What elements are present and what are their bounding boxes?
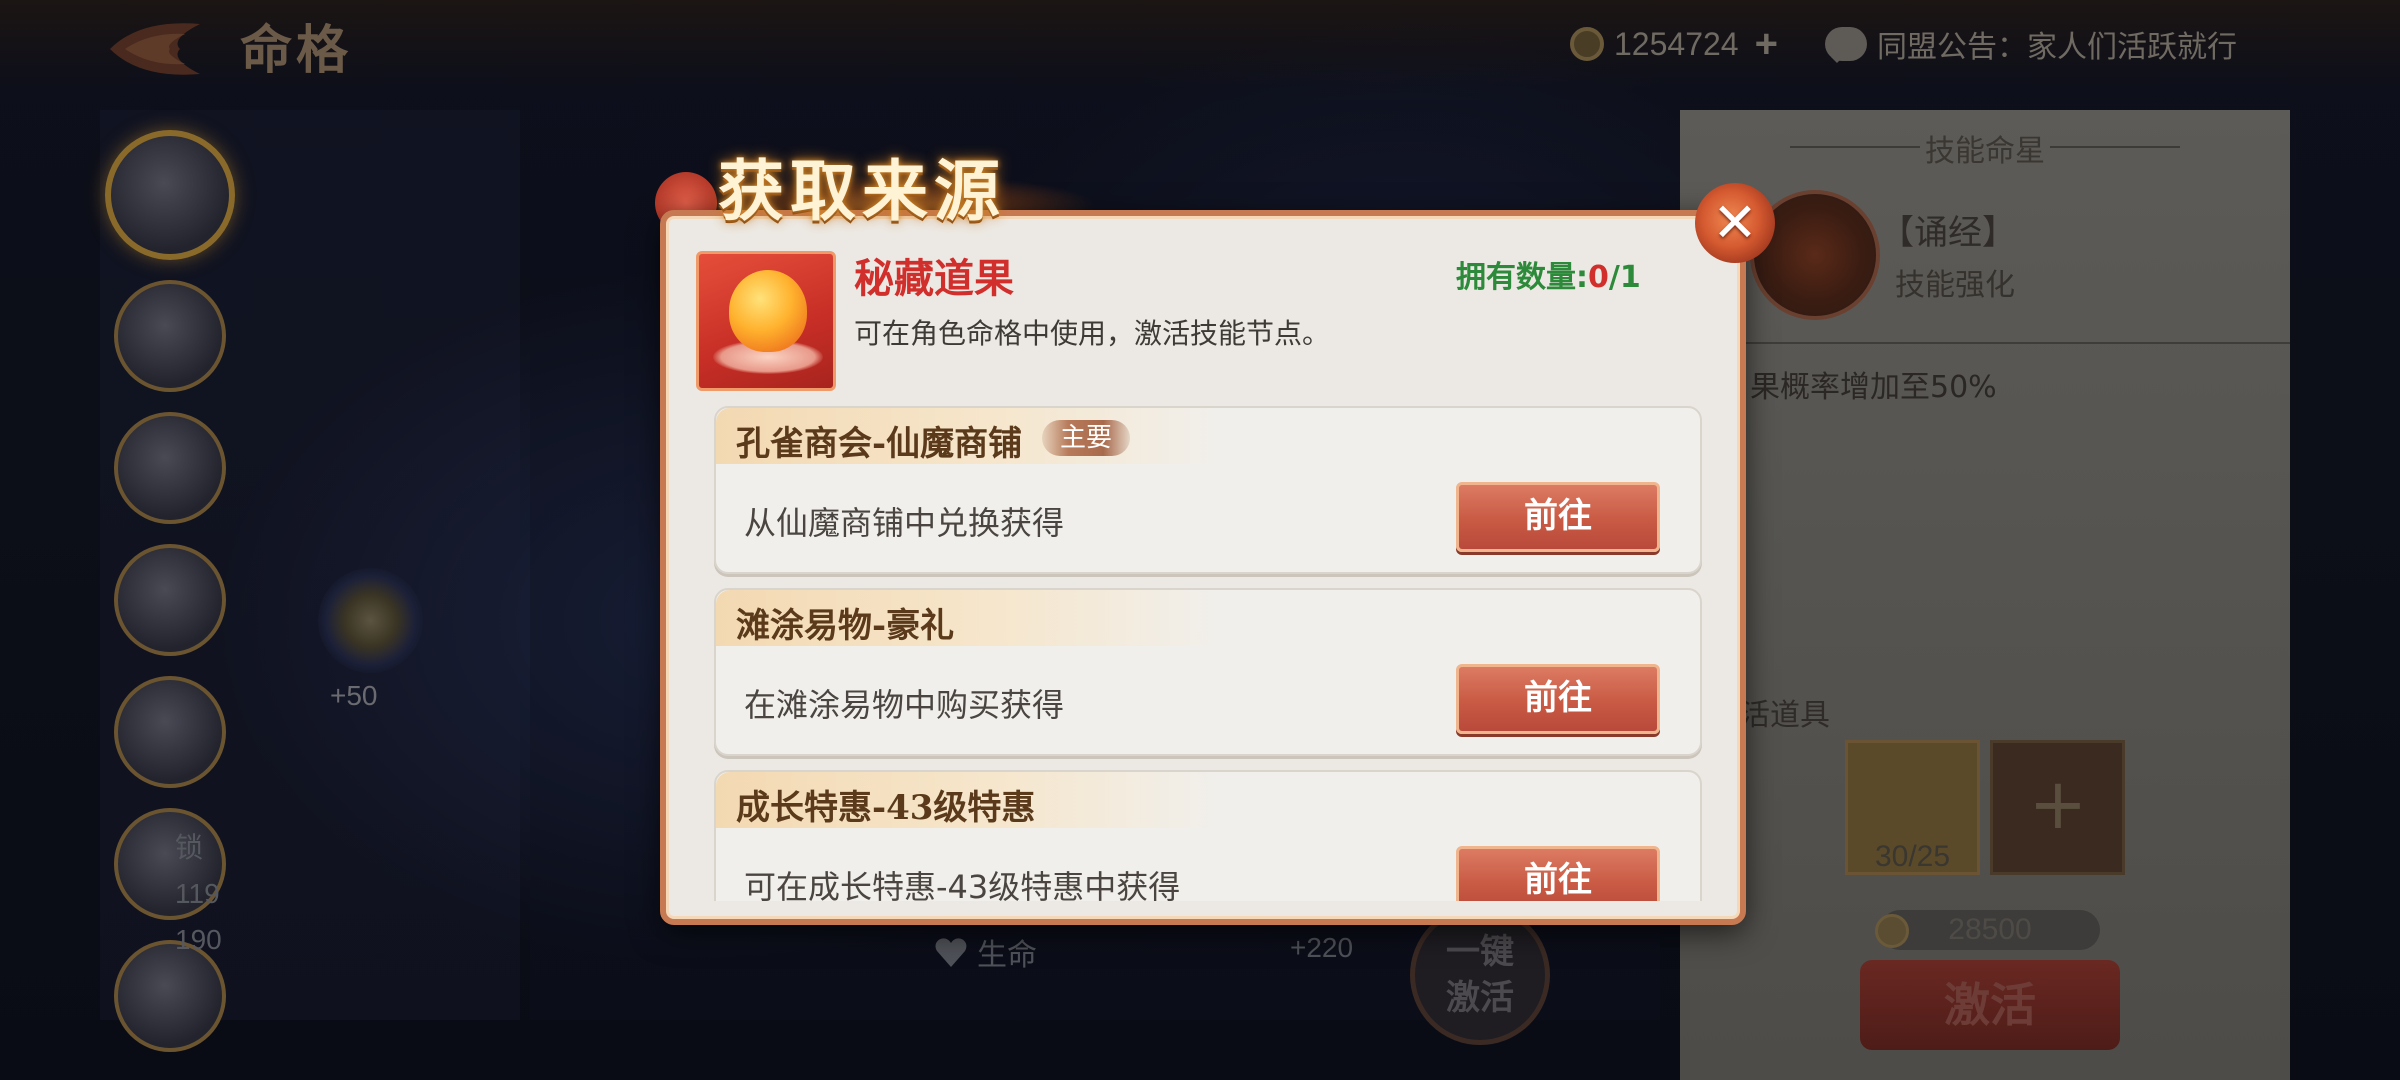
side-stat: 119 — [175, 878, 220, 909]
life-label: 生命 — [977, 938, 1037, 973]
go-button[interactable]: 前往 — [1456, 846, 1660, 901]
skill-panel: 技能命星 【诵经】 技能强化 果概率增加至50% 活道具 30/25 28500… — [1680, 110, 2290, 1080]
side-stats: 锁 119 190 — [175, 825, 222, 963]
swirl-gain: +50 — [330, 680, 378, 711]
top-bar: 命格 1254724 + 同盟公告：家人们活跃就行 — [0, 0, 2400, 88]
coin-icon — [1570, 27, 1604, 61]
close-icon: ✕ — [1712, 191, 1758, 254]
skill-effect: 果概率增加至50% — [1750, 370, 1997, 405]
back-arrow-icon[interactable] — [100, 14, 210, 84]
go-button[interactable]: 前往 — [1456, 664, 1660, 734]
item-count: 30/25 — [1874, 840, 1951, 873]
owned-count: 拥有数量:0/1 — [1456, 252, 1641, 296]
item-description: 可在角色命格中使用，激活技能节点。 — [854, 317, 1331, 350]
side-stat: 190 — [175, 924, 222, 955]
source-card: 滩涂易物-豪礼 在滩涂易物中购买获得 前往 — [714, 588, 1702, 756]
source-title: 成长特惠-43级特惠 — [736, 788, 1036, 828]
chat-bubble-icon — [1825, 27, 1867, 63]
source-card: 成长特惠-43级特惠 可在成长特惠-43级特惠中获得 前往 — [714, 770, 1702, 901]
owned-current: 0 — [1588, 260, 1609, 295]
stat-gain: +220 — [1290, 932, 1354, 963]
primary-badge: 主要 — [1042, 420, 1131, 456]
notice-text: 同盟公告：家人们活跃就行 — [1877, 30, 2237, 65]
onekey-line2: 激活 — [1446, 978, 1514, 1018]
page-title: 命格 — [240, 20, 353, 81]
source-description: 在滩涂易物中购买获得 — [744, 686, 1065, 724]
activation-cost: 28500 — [1880, 910, 2100, 950]
coin-icon — [1875, 914, 1909, 948]
activate-button[interactable]: 激活 — [1860, 960, 2120, 1050]
life-stat: 生命 — [935, 930, 1037, 974]
heart-icon — [935, 937, 967, 967]
close-button[interactable]: ✕ — [1695, 183, 1775, 263]
source-card: 孔雀商会-仙魔商铺 主要 从仙魔商铺中兑换获得 前往 — [714, 406, 1702, 574]
character-avatar[interactable] — [114, 676, 226, 788]
source-dialog: 秘藏道果 可在角色命格中使用，激活技能节点。 拥有数量:0/1 孔雀商会-仙魔商… — [660, 210, 1746, 925]
source-description: 从仙魔商铺中兑换获得 — [744, 504, 1065, 542]
add-item-slot[interactable] — [1990, 740, 2125, 875]
character-avatar[interactable] — [105, 130, 235, 260]
owned-label: 拥有数量: — [1456, 260, 1588, 295]
divider — [1680, 342, 2290, 344]
golden-fruit-icon — [729, 270, 807, 352]
source-description: 可在成长特惠-43级特惠中获得 — [744, 868, 1181, 901]
skill-panel-header: 技能命星 — [1680, 126, 2290, 170]
character-avatar[interactable] — [114, 280, 226, 392]
source-list[interactable]: 孔雀商会-仙魔商铺 主要 从仙魔商铺中兑换获得 前往 滩涂易物-豪礼 在滩涂易物… — [704, 406, 1704, 901]
character-avatar[interactable] — [114, 544, 226, 656]
skill-name: 【诵经】 — [1880, 213, 2016, 253]
side-stat: 锁 — [175, 832, 204, 863]
currency-display: 1254724 + — [1570, 20, 1778, 68]
source-title: 滩涂易物-豪礼 — [736, 606, 955, 646]
item-name: 秘藏道果 — [854, 255, 1014, 302]
item-icon — [696, 251, 836, 391]
swirl-node-icon[interactable] — [318, 568, 423, 673]
alliance-notice[interactable]: 同盟公告：家人们活跃就行 — [1825, 20, 2237, 68]
owned-total: /1 — [1608, 260, 1641, 295]
required-items-title: 活道具 — [1740, 698, 1830, 733]
one-key-activate-button[interactable]: 一键 激活 — [1410, 905, 1550, 1045]
dialog-title: 获取来源 — [718, 152, 1006, 230]
skill-subtitle: 技能强化 — [1895, 268, 2015, 303]
character-avatar[interactable] — [114, 412, 226, 524]
go-button[interactable]: 前往 — [1456, 482, 1660, 552]
add-currency-button[interactable]: + — [1755, 22, 1778, 67]
currency-amount: 1254724 — [1614, 25, 1739, 62]
source-title: 孔雀商会-仙魔商铺 — [736, 424, 1023, 464]
onekey-line1: 一键 — [1446, 932, 1514, 972]
